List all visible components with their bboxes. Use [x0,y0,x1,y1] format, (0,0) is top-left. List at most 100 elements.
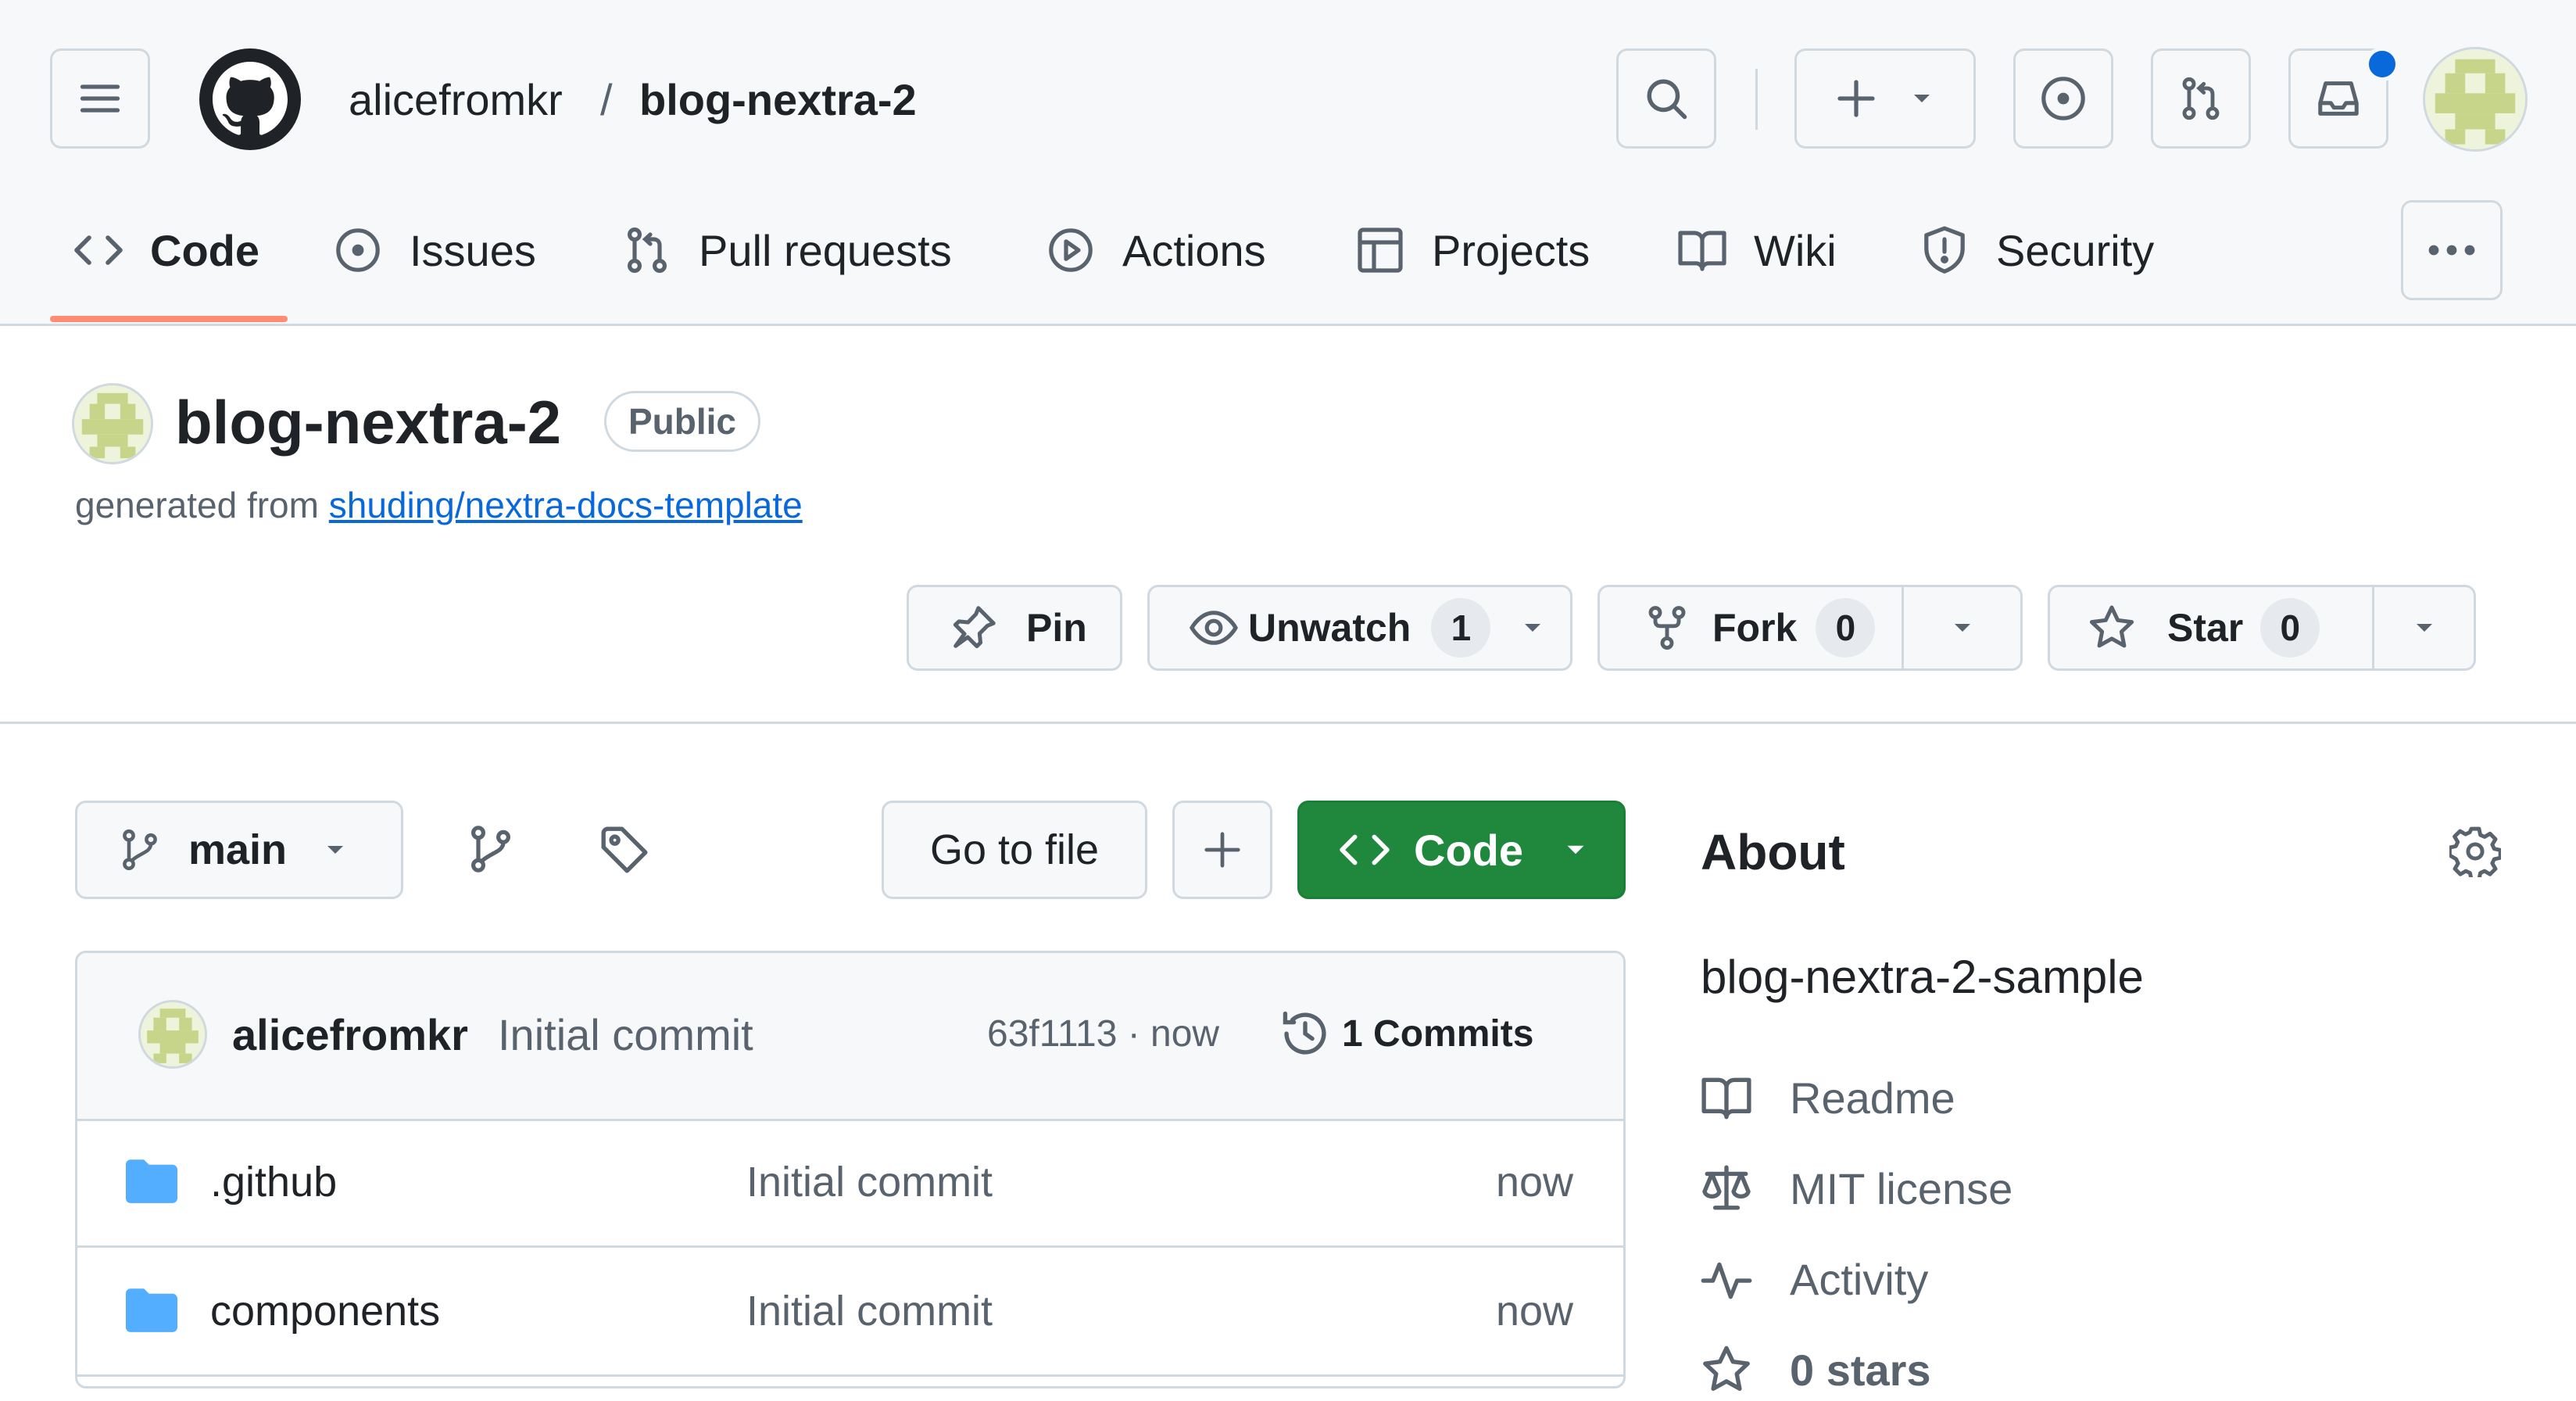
star-icon [2089,605,2134,648]
file-table: alicefromkr Initial commit 63f1113 · now… [75,951,1626,1388]
about-settings-button[interactable] [2449,826,2501,877]
plus-icon [1204,832,1240,868]
table-row[interactable]: .github Initial commit now [77,1119,1623,1248]
fork-count: 0 [1816,598,1876,658]
create-new-button[interactable] [1794,48,1976,149]
star-icon [1703,1345,1750,1392]
tab-code-label: Code [150,225,259,275]
about-stars-label: 0 stars [1790,1345,1931,1395]
about-heading: About [1701,824,1845,880]
app-header: alicefromkr / blog-nextra-2 Code Issues … [0,0,2576,326]
notification-dot [2365,47,2399,81]
tab-security-label: Security [1996,225,2155,275]
git-pull-request-icon [628,227,667,273]
tab-actions[interactable]: Actions [1046,219,1266,281]
tab-projects[interactable]: Projects [1355,219,1590,281]
pin-button[interactable]: Pin [907,585,1122,671]
tab-issues-label: Issues [410,225,536,275]
about-readme-link[interactable]: Readme [1701,1066,1955,1129]
code-icon [1340,834,1390,865]
triangle-down-icon [1914,95,1930,102]
commits-history-link[interactable]: 1 Commits [1279,1008,1533,1059]
go-to-file-button[interactable]: Go to file [882,801,1147,899]
github-logo-icon[interactable] [199,48,301,150]
hamburger-icon [80,84,120,113]
issue-opened-icon [2041,77,2085,120]
triangle-down-icon [1954,624,1970,632]
folder-icon [126,1159,177,1203]
git-pull-request-icon [2182,77,2220,120]
generated-from-text: generated from shuding/nextra-docs-templ… [75,480,803,530]
tab-code[interactable]: Code [73,219,259,281]
table-icon [1358,228,1403,273]
star-dropdown-button[interactable] [2374,587,2474,668]
table-row[interactable]: components Initial commit now [77,1248,1623,1377]
star-label: Star [2167,606,2244,650]
file-commit-message[interactable]: Initial commit [746,1287,993,1335]
commit-author-avatar[interactable] [138,1000,207,1069]
watch-button[interactable]: Unwatch 1 [1147,585,1572,671]
pulse-icon [1701,1262,1752,1299]
user-avatar[interactable] [2423,47,2528,152]
branch-name: main [188,826,288,873]
pull-requests-button[interactable] [2151,48,2251,149]
about-stars-link[interactable]: 0 stars [1701,1338,1931,1401]
file-name[interactable]: components [210,1287,440,1335]
repo-forked-icon [1648,606,1686,650]
about-activity-link[interactable]: Activity [1701,1248,1928,1310]
star-button[interactable]: Star 0 [2050,587,2372,668]
eye-icon [1190,611,1238,645]
kebab-horizontal-icon [2428,245,2475,256]
template-link[interactable]: shuding/nextra-docs-template [329,485,803,525]
triangle-down-icon [1567,845,1584,855]
file-commit-message[interactable]: Initial commit [746,1158,993,1206]
fork-dropdown-button[interactable] [1904,587,2020,668]
issues-button[interactable] [2013,48,2113,149]
triangle-down-icon [1525,624,1541,632]
tab-wiki-label: Wiki [1754,225,1837,275]
pin-label: Pin [1026,606,1087,650]
more-tabs-button[interactable] [2401,200,2503,300]
commit-meta[interactable]: 63f1113 · now [987,1009,1219,1059]
menu-button[interactable] [50,48,150,149]
watch-count: 1 [1431,598,1491,658]
code-icon [74,235,123,265]
commit-author[interactable]: alicefromkr [232,1008,468,1062]
owner-avatar[interactable] [72,383,153,464]
search-icon [1647,79,1687,120]
play-icon [1049,228,1093,272]
breadcrumb-repo[interactable]: blog-nextra-2 [639,70,917,130]
branch-select-button[interactable]: main [75,801,403,899]
repo-title[interactable]: blog-nextra-2 [175,385,561,460]
commit-message[interactable]: Initial commit [498,1008,753,1062]
search-button[interactable] [1616,48,1716,149]
breadcrumb-owner[interactable]: alicefromkr [349,70,563,130]
tab-issues[interactable]: Issues [333,219,536,281]
branches-button[interactable] [466,824,516,874]
about-license-link[interactable]: MIT license [1701,1157,2012,1220]
fork-button[interactable]: Fork 0 [1600,587,1902,668]
inbox-icon [2318,81,2359,116]
pin-icon [953,606,996,649]
tag-icon [601,826,648,873]
code-dropdown-button[interactable]: Code [1297,801,1626,899]
tab-actions-label: Actions [1122,225,1266,275]
shield-icon [1924,226,1965,274]
plus-icon [1837,80,1875,117]
file-age: now [1495,1159,1573,1206]
tags-button[interactable] [599,824,650,876]
tab-pull-requests[interactable]: Pull requests [622,219,952,281]
book-icon [1678,231,1726,271]
issue-opened-icon [336,228,380,272]
tab-security[interactable]: Security [1919,219,2154,281]
tab-pull-requests-label: Pull requests [699,225,952,275]
add-file-button[interactable] [1172,801,1272,899]
repo-description: blog-nextra-2-sample [1701,951,2144,1003]
tab-selected-underline [50,316,288,322]
tab-wiki[interactable]: Wiki [1677,219,1837,281]
law-icon [1702,1165,1751,1210]
git-branch-icon [471,826,510,872]
book-icon [1701,1077,1751,1120]
file-name[interactable]: .github [210,1158,337,1206]
tab-projects-label: Projects [1432,225,1590,275]
